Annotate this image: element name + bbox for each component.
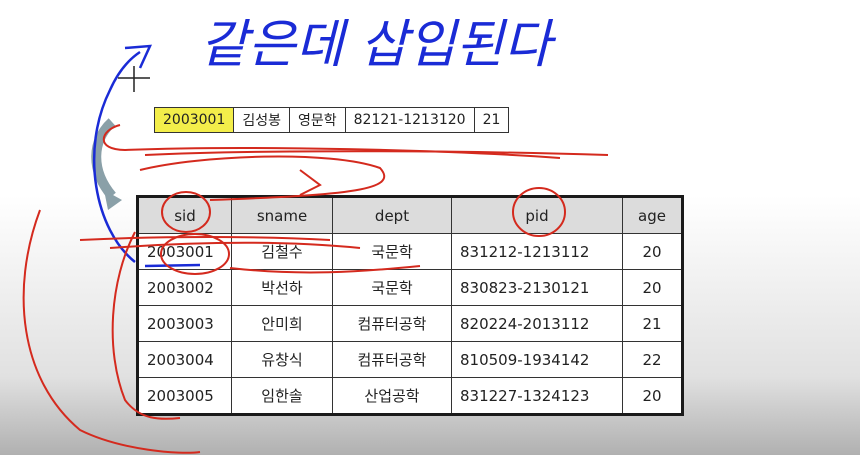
handwritten-caption: 같은데 삽입된다 <box>200 15 557 75</box>
cell-age: 20 <box>622 233 683 270</box>
cell-sid: 2003003 <box>137 305 232 342</box>
cell-age: 20 <box>622 377 683 415</box>
cell-pid: 810509-1934142 <box>451 341 623 378</box>
blue-arrow-head <box>124 44 153 69</box>
header-age: age <box>622 196 683 234</box>
cell-pid: 831212-1213112 <box>451 233 623 270</box>
table-row: 2003003 안미희 컴퓨터공학 820224-2013112 21 <box>137 305 683 342</box>
red-line-top <box>144 150 609 156</box>
cell-sid: 2003005 <box>137 377 232 415</box>
table-header-row: sid sname dept pid age <box>137 196 683 234</box>
curved-arrow-graphic <box>91 118 116 200</box>
red-arrow-head <box>299 169 322 196</box>
header-sid: sid <box>137 196 232 234</box>
inserted-tuple: 2003001 김성봉 영문학 82121-1213120 21 <box>154 107 510 133</box>
table-row: 2003001 김철수 국문학 831212-1213112 20 <box>137 233 683 270</box>
blue-arrow-stroke <box>93 50 141 263</box>
tuple-pid: 82121-1213120 <box>346 108 475 132</box>
student-table: sid sname dept pid age 2003001 김철수 국문학 8… <box>136 195 684 416</box>
tuple-sid: 2003001 <box>155 108 235 132</box>
cell-pid: 830823-2130121 <box>451 269 623 306</box>
cursor-mark <box>118 66 150 92</box>
header-sname: sname <box>231 196 333 234</box>
table-row: 2003002 박선하 국문학 830823-2130121 20 <box>137 269 683 306</box>
cell-age: 20 <box>622 269 683 306</box>
cell-sid: 2003004 <box>137 341 232 378</box>
cell-sid: 2003001 <box>137 233 232 270</box>
red-curve-1 <box>139 155 386 201</box>
cell-sname: 임한솔 <box>231 377 333 415</box>
cell-sname: 김철수 <box>231 233 333 270</box>
cell-sid: 2003002 <box>137 269 232 306</box>
header-dept: dept <box>332 196 452 234</box>
arrow-head-graphic <box>104 190 122 210</box>
cell-dept: 컴퓨터공학 <box>332 305 452 342</box>
cell-pid: 820224-2013112 <box>451 305 623 342</box>
cell-dept: 컴퓨터공학 <box>332 341 452 378</box>
cell-sname: 유창식 <box>231 341 333 378</box>
cell-age: 21 <box>622 305 683 342</box>
tuple-dept: 영문학 <box>290 108 346 132</box>
cell-age: 22 <box>622 341 683 378</box>
tuple-sname: 김성봉 <box>234 108 290 132</box>
cell-sname: 박선하 <box>231 269 333 306</box>
cell-dept: 산업공학 <box>332 377 452 415</box>
cell-dept: 국문학 <box>332 269 452 306</box>
cell-pid: 831227-1324123 <box>451 377 623 415</box>
cell-dept: 국문학 <box>332 233 452 270</box>
table-row: 2003004 유창식 컴퓨터공학 810509-1934142 22 <box>137 341 683 378</box>
tuple-age: 21 <box>482 112 501 128</box>
cell-sname: 안미희 <box>231 305 333 342</box>
header-pid: pid <box>451 196 623 234</box>
table-row: 2003005 임한솔 산업공학 831227-1324123 20 <box>137 377 683 415</box>
